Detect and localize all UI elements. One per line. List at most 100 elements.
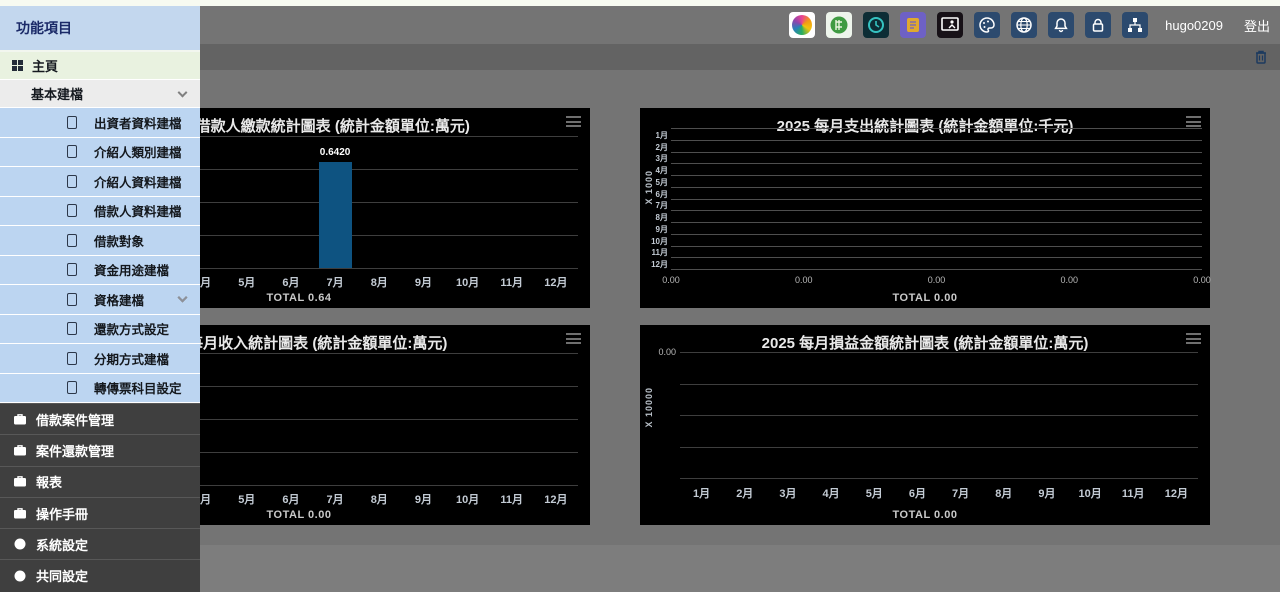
x-axis-label: 8月	[987, 485, 1021, 501]
y-axis-label: 12月	[642, 259, 668, 270]
lock-app-icon[interactable]	[1085, 12, 1111, 38]
globe-app-icon[interactable]	[1011, 12, 1037, 38]
sidebar-item-資格建檔[interactable]: 資格建檔	[0, 285, 200, 315]
x-axis-label: 9月	[406, 274, 440, 290]
sidebar-item-報表[interactable]: 報表	[0, 466, 200, 497]
axis-unit-label: X 10000	[644, 387, 654, 428]
x-axis-label: 12月	[539, 491, 573, 507]
sphere-icon	[13, 538, 27, 550]
sitemap-app-icon[interactable]	[1122, 12, 1148, 38]
document-icon	[67, 381, 77, 394]
sidebar-item-借款人資料建檔[interactable]: 借款人資料建檔	[0, 197, 200, 227]
grid-line	[680, 478, 1198, 479]
sidebar-item-label: 操作手冊	[36, 504, 88, 523]
grid-line	[680, 415, 1198, 416]
x-axis-label: 6月	[274, 491, 308, 507]
chart-total-label: TOTAL 0.00	[640, 292, 1210, 304]
sidebar-item-label: 共同設定	[36, 566, 88, 585]
chart-context-menu-icon[interactable]	[566, 116, 581, 130]
app-icon-row	[789, 12, 1148, 38]
grid-line	[680, 352, 1198, 353]
y-axis-label: 3月	[642, 153, 668, 164]
x-axis-label: 3月	[771, 485, 805, 501]
sidebar-item-label: 轉傳票科目設定	[94, 378, 182, 397]
sidebar-item-系統設定[interactable]: 系統設定	[0, 528, 200, 559]
chart-title: 2025 每月損益金額統計圖表 (統計金額單位:萬元)	[640, 332, 1210, 353]
document-icon	[67, 116, 77, 129]
sidebar-item-label: 系統設定	[36, 535, 88, 554]
sidebar-item-操作手冊[interactable]: 操作手冊	[0, 497, 200, 528]
sidebar-item-資金用途建檔[interactable]: 資金用途建檔	[0, 256, 200, 286]
x-axis-tick-label: 0.00	[1049, 275, 1089, 285]
chart-panel-monthly-expenses: 2025 每月支出統計圖表 (統計金額單位:千元) 1月2月3月4月5月6月7月…	[640, 108, 1210, 308]
grid-line	[680, 384, 1198, 385]
y-axis-tick-label: 0.00	[638, 347, 676, 357]
trash-icon[interactable]	[1252, 48, 1270, 66]
sidebar-item-home[interactable]: 主頁	[0, 52, 200, 80]
briefcase-icon	[13, 413, 27, 426]
clock-app-icon[interactable]	[863, 12, 889, 38]
briefcase-icon	[13, 444, 27, 457]
sidebar-item-label: 分期方式建檔	[94, 349, 169, 368]
y-axis-label: 10月	[642, 236, 668, 247]
y-axis-label: 1月	[642, 130, 668, 141]
sidebar-item-label: 還款方式設定	[94, 319, 169, 338]
sidebar-item-label: 借款對象	[94, 231, 144, 250]
sidebar-item-介紹人資料建檔[interactable]: 介紹人資料建檔	[0, 167, 200, 197]
x-axis-label: 1月	[685, 485, 719, 501]
grid-line	[671, 140, 1202, 141]
grid-line	[671, 152, 1202, 153]
presentation-app-icon[interactable]	[937, 12, 963, 38]
sidebar-item-label: 資金用途建檔	[94, 260, 169, 279]
x-axis-label: 11月	[495, 491, 529, 507]
palette-app-icon[interactable]	[974, 12, 1000, 38]
x-axis-label: 10月	[1073, 485, 1107, 501]
grid-line	[671, 222, 1202, 223]
x-axis-label: 7月	[944, 485, 978, 501]
chart-context-menu-icon[interactable]	[566, 333, 581, 347]
sidebar-item-介紹人類別建檔[interactable]: 介紹人類別建檔	[0, 138, 200, 168]
document-icon	[67, 322, 77, 335]
logout-button[interactable]: 登出	[1244, 16, 1270, 35]
grid-line	[671, 246, 1202, 247]
y-axis-label: 9月	[642, 224, 668, 235]
green-finance-app-icon[interactable]	[826, 12, 852, 38]
sidebar-group-label: 基本建檔	[31, 84, 83, 103]
grid-line	[671, 163, 1202, 164]
x-axis-tick-label: 0.00	[917, 275, 957, 285]
sidebar-group-basic-setup[interactable]: 基本建檔	[0, 80, 200, 108]
sidebar-item-出資者資料建檔[interactable]: 出資者資料建檔	[0, 108, 200, 138]
x-axis-label: 9月	[406, 491, 440, 507]
chart-total-label: TOTAL 0.00	[640, 509, 1210, 521]
x-axis-tick-label: 0.00	[1182, 275, 1222, 285]
grid-line	[671, 128, 1202, 129]
x-axis-label: 6月	[900, 485, 934, 501]
y-axis-label: 11月	[642, 247, 668, 258]
sidebar-title: 功能項目	[0, 6, 200, 52]
bell-app-icon[interactable]	[1048, 12, 1074, 38]
sidebar-basic-submenu: 出資者資料建檔介紹人類別建檔介紹人資料建檔借款人資料建檔借款對象資金用途建檔資格…	[0, 108, 200, 403]
sidebar-item-共同設定[interactable]: 共同設定	[0, 559, 200, 590]
document-icon	[67, 234, 77, 247]
sidebar-item-案件還款管理[interactable]: 案件還款管理	[0, 434, 200, 465]
sidebar-item-借款案件管理[interactable]: 借款案件管理	[0, 403, 200, 434]
chart-context-menu-icon[interactable]	[1186, 333, 1201, 347]
sidebar-item-label: 出資者資料建檔	[94, 113, 182, 132]
x-axis-label: 10月	[451, 274, 485, 290]
document-icon	[67, 352, 77, 365]
sidebar-item-借款對象[interactable]: 借款對象	[0, 226, 200, 256]
briefcase-icon	[13, 507, 27, 520]
x-axis-label: 12月	[1159, 485, 1193, 501]
username-label: hugo0209	[1165, 18, 1223, 33]
scroll-app-icon[interactable]	[900, 12, 926, 38]
sidebar-item-分期方式建檔[interactable]: 分期方式建檔	[0, 344, 200, 374]
sidebar: 功能項目 主頁 基本建檔 出資者資料建檔介紹人類別建檔介紹人資料建檔借款人資料建…	[0, 6, 200, 592]
colorful-swirl-app-icon[interactable]	[789, 12, 815, 38]
sidebar-item-轉傳票科目設定[interactable]: 轉傳票科目設定	[0, 374, 200, 404]
grid-line	[671, 269, 1202, 270]
x-axis-label: 10月	[451, 491, 485, 507]
grid-line	[671, 187, 1202, 188]
sidebar-main-menu: 借款案件管理案件還款管理報表操作手冊系統設定共同設定	[0, 403, 200, 591]
sidebar-item-還款方式設定[interactable]: 還款方式設定	[0, 315, 200, 345]
bar-value-label: 0.6420	[305, 147, 365, 158]
